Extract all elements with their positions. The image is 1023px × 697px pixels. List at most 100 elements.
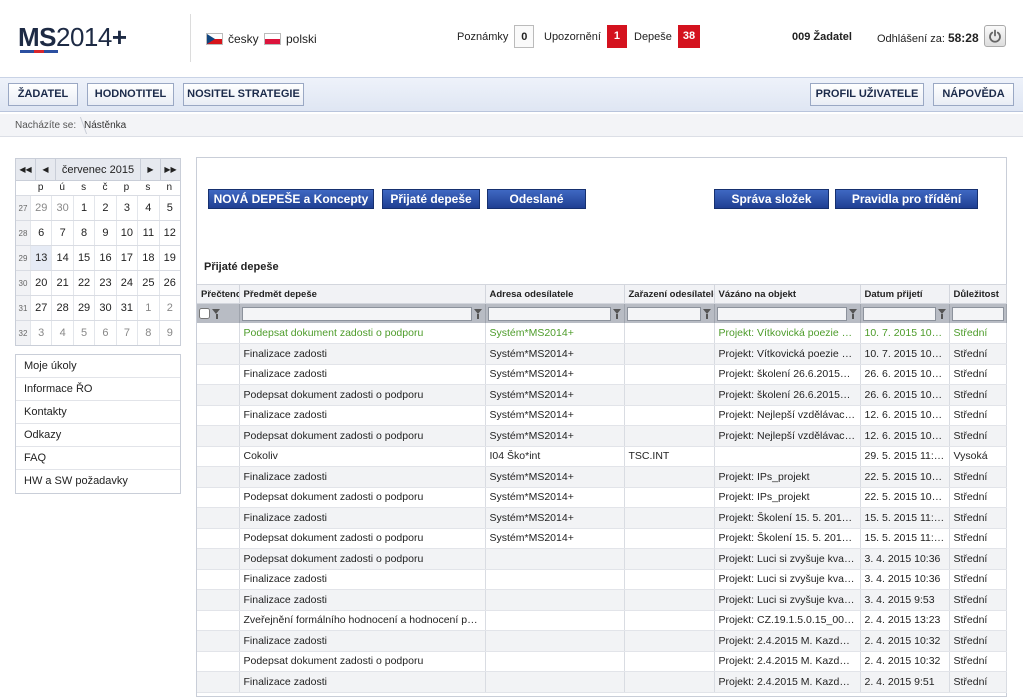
filter-icon[interactable]	[702, 308, 712, 319]
prev-month-icon[interactable]: ◀	[36, 158, 56, 181]
ms2014-logo[interactable]: MS2014+	[18, 22, 127, 53]
new-message-button[interactable]: NOVÁ DEPEŠE a Koncepty	[208, 189, 374, 209]
next-month-icon[interactable]: ▶	[140, 158, 160, 181]
table-row[interactable]: Cokoliv I04 Ško*int TSC.INT 29. 5. 2015 11:…	[197, 446, 1007, 467]
sent-messages-button[interactable]: Odeslané depeše	[487, 189, 586, 224]
nav-zadatel[interactable]: ŽADATEL	[8, 83, 78, 106]
calendar-day[interactable]: 22	[72, 271, 94, 295]
lang-polish[interactable]: polski	[264, 32, 317, 46]
filter-icon[interactable]	[212, 308, 221, 319]
user-name[interactable]: 009 Žadatel	[792, 31, 852, 43]
table-row[interactable]: Finalizace zadosti Projekt: 2.4.2015 M. K…	[197, 671, 1007, 693]
menu-kontakty[interactable]: Kontakty	[16, 401, 180, 424]
calendar-day[interactable]: 11	[137, 221, 158, 245]
calendar-day[interactable]: 20	[30, 271, 51, 295]
nav-hodnotitel[interactable]: HODNOTITEL	[87, 83, 174, 106]
calendar-day[interactable]: 26	[158, 271, 180, 295]
alerts-counter[interactable]: Upozornění 1	[544, 25, 627, 48]
priority-filter-input[interactable]	[951, 306, 1004, 321]
calendar-day[interactable]: 10	[115, 221, 137, 245]
filter-icon[interactable]	[937, 308, 947, 319]
calendar-day[interactable]: 5	[72, 321, 94, 345]
table-row[interactable]: Finalizace zadosti Systém*MS2014+ Projekt:…	[197, 466, 1007, 488]
notes-counter[interactable]: Poznámky 0	[457, 25, 535, 48]
logout-button[interactable]	[984, 25, 1006, 47]
menu-odkazy[interactable]: Odkazy	[16, 424, 180, 447]
calendar-day[interactable]: 3	[30, 321, 51, 345]
read-filter-checkbox[interactable]	[199, 308, 210, 319]
menu-moje-ukoly[interactable]: Moje úkoly	[16, 355, 180, 378]
calendar-day[interactable]: 16	[94, 246, 115, 270]
messages-counter[interactable]: Depeše 38	[634, 25, 701, 48]
calendar-day[interactable]: 15	[72, 246, 94, 270]
calendar-day[interactable]: 5	[158, 196, 180, 220]
date-filter-input[interactable]	[862, 306, 936, 321]
table-row[interactable]: Podepsat dokument zadosti o podporu Systé…	[197, 528, 1007, 549]
nav-napoveda[interactable]: NÁPOVĚDA	[933, 83, 1014, 106]
col-header-read[interactable]: Přečteno	[197, 284, 240, 304]
calendar-day[interactable]: 27	[30, 296, 51, 320]
filter-icon[interactable]	[848, 308, 858, 319]
table-row[interactable]: Zveřejnění formálního hodnocení a hodnoc…	[197, 610, 1007, 631]
prev-year-icon[interactable]: ◀◀	[16, 158, 36, 181]
table-row[interactable]: Podepsat dokument zadosti o podporu Proje…	[197, 651, 1007, 672]
table-row[interactable]: Podepsat dokument zadosti o podporu Systé…	[197, 323, 1007, 344]
calendar-day[interactable]: 12	[158, 221, 180, 245]
col-header-priority[interactable]: Důležitost	[949, 284, 1007, 304]
subject-filter-input[interactable]	[241, 306, 472, 321]
calendar-day[interactable]: 2	[158, 296, 180, 320]
calendar-day[interactable]: 24	[115, 271, 137, 295]
object-filter-input[interactable]	[716, 306, 847, 321]
calendar-day[interactable]: 4	[137, 196, 158, 220]
filter-icon[interactable]	[473, 308, 483, 319]
table-row[interactable]: Podepsat dokument zadosti o podporu Systé…	[197, 425, 1007, 447]
calendar-day[interactable]: 4	[51, 321, 72, 345]
calendar-day[interactable]: 9	[94, 221, 115, 245]
table-row[interactable]: Finalizace zadosti Systém*MS2014+ Projekt:…	[197, 364, 1007, 385]
nav-profil-uzivatele[interactable]: PROFIL UŽIVATELE	[810, 83, 924, 106]
calendar-day[interactable]: 6	[94, 321, 115, 345]
calendar-day[interactable]: 30	[51, 196, 72, 220]
calendar-day[interactable]: 14	[51, 246, 72, 270]
sorting-rules-button[interactable]: Pravidla pro třídění depeší	[835, 189, 978, 224]
menu-hw-sw[interactable]: HW a SW požadavky	[16, 470, 180, 493]
calendar-day[interactable]: 23	[94, 271, 115, 295]
calendar-day[interactable]: 7	[51, 221, 72, 245]
calendar-day[interactable]: 8	[72, 221, 94, 245]
table-row[interactable]: Finalizace zadosti Projekt: Luci si zvyšu…	[197, 569, 1007, 590]
calendar-day[interactable]: 1	[72, 196, 94, 220]
calendar-day[interactable]: 7	[115, 321, 137, 345]
calendar-day[interactable]: 1	[137, 296, 158, 320]
breadcrumb-current[interactable]: Nástěnka	[84, 120, 126, 131]
calendar-day[interactable]: 13	[30, 246, 52, 270]
col-header-sender[interactable]: Adresa odesílatele	[485, 284, 625, 304]
table-row[interactable]: Finalizace zadosti Systém*MS2014+ Projekt:…	[197, 343, 1007, 365]
calendar-day[interactable]: 30	[94, 296, 115, 320]
col-header-date[interactable]: Datum přijetí	[860, 284, 950, 304]
calendar-day[interactable]: 21	[51, 271, 72, 295]
table-row[interactable]: Podepsat dokument zadosti o podporu Proje…	[197, 548, 1007, 570]
calendar-day[interactable]: 9	[158, 321, 180, 345]
calendar-day[interactable]: 8	[137, 321, 158, 345]
calendar-day[interactable]: 6	[30, 221, 51, 245]
calendar-day[interactable]: 29	[72, 296, 94, 320]
calendar-day[interactable]: 18	[137, 246, 158, 270]
table-row[interactable]: Podepsat dokument zadosti o podporu Systé…	[197, 384, 1007, 406]
calendar-day[interactable]: 28	[51, 296, 72, 320]
nav-nositel-strategie[interactable]: NOSITEL STRATEGIE	[183, 83, 304, 106]
received-messages-button[interactable]: Přijaté depeše	[382, 189, 480, 209]
calendar-day[interactable]: 25	[137, 271, 158, 295]
role-filter-input[interactable]	[626, 306, 701, 321]
menu-faq[interactable]: FAQ	[16, 447, 180, 470]
filter-icon[interactable]	[612, 308, 622, 319]
calendar-day[interactable]: 29	[30, 196, 51, 220]
col-header-sender-role[interactable]: Zařazení odesílatele	[624, 284, 715, 304]
table-row[interactable]: Finalizace zadosti Projekt: Luci si zvyšu…	[197, 589, 1007, 611]
col-header-subject[interactable]: Předmět depeše	[239, 284, 486, 304]
next-year-icon[interactable]: ▶▶	[160, 158, 180, 181]
menu-informace-ro[interactable]: Informace ŘO	[16, 378, 180, 401]
calendar-day[interactable]: 17	[115, 246, 137, 270]
table-row[interactable]: Podepsat dokument zadosti o podporu Systé…	[197, 487, 1007, 508]
calendar-day[interactable]: 31	[115, 296, 137, 320]
lang-czech[interactable]: česky	[206, 32, 259, 46]
